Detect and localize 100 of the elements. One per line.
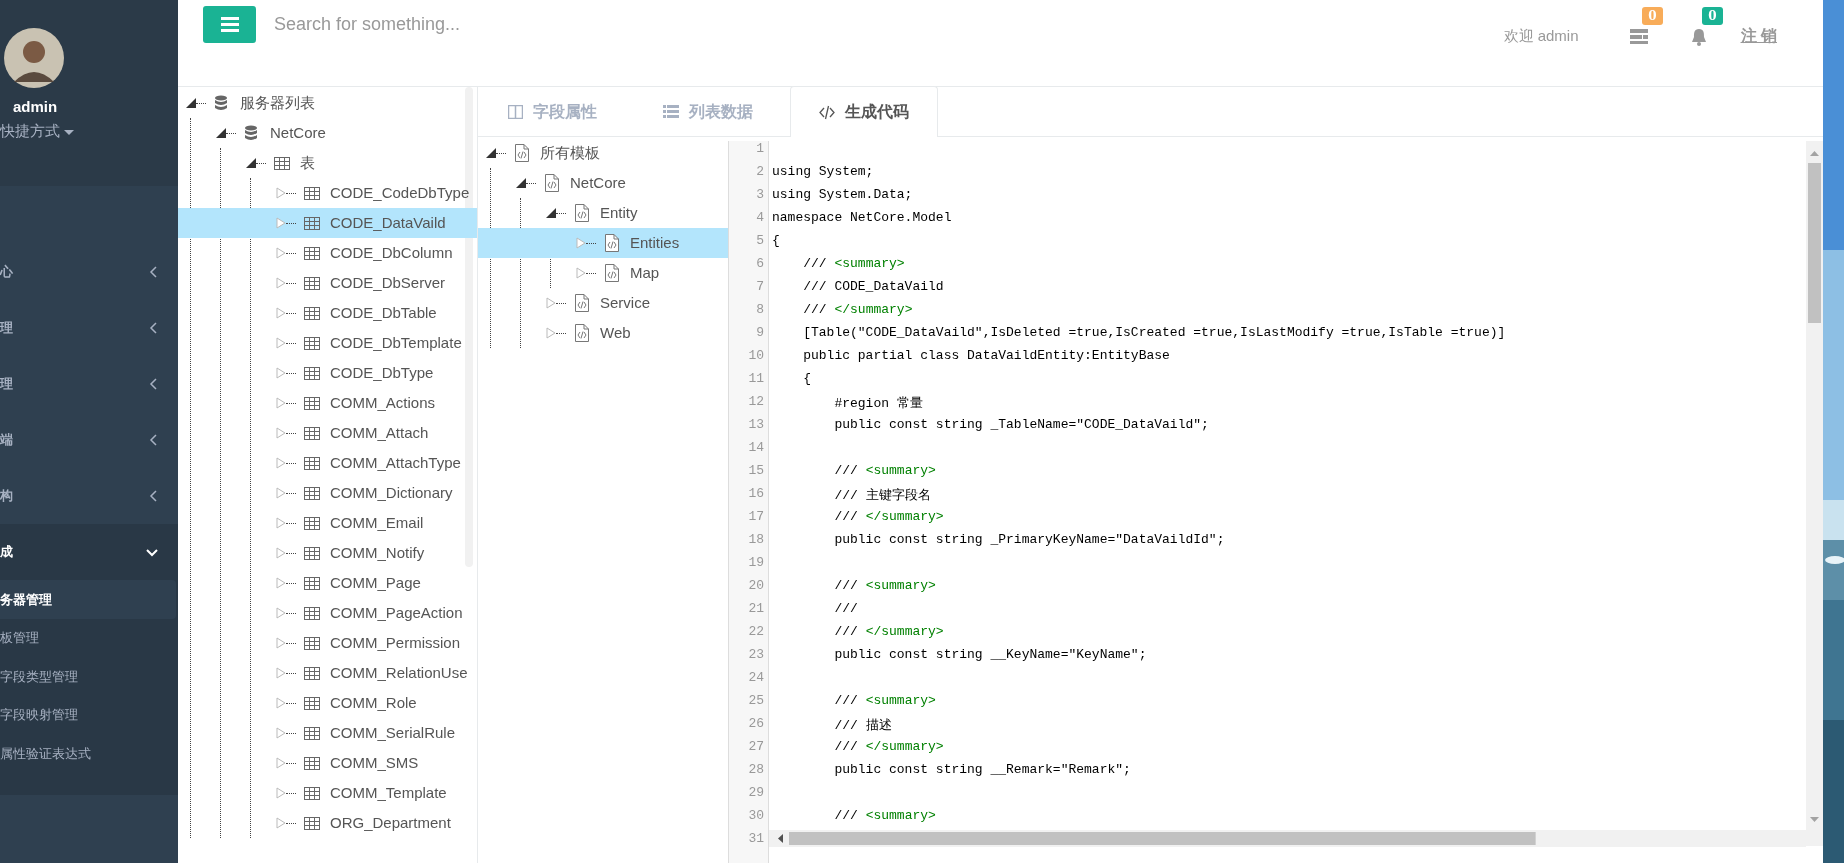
line-number: 30 [747,808,765,825]
table-icon [274,156,290,170]
menu-item[interactable]: 成 [0,524,178,580]
line-number: 5 [755,233,765,250]
shortcut-menu[interactable]: 快捷方式 [0,120,75,143]
submenu-item[interactable]: 板管理 [0,618,178,657]
line-number: 23 [747,647,765,664]
tasks-icon [1629,29,1648,45]
table-icon [304,696,320,710]
file-code-icon [574,204,590,222]
tree-item[interactable]: Service [478,288,728,318]
menu-item[interactable]: 端 [0,412,178,468]
tree-item[interactable]: NetCore [178,118,477,148]
table-icon [304,246,320,260]
code-line: public const string _TableName="CODE_DataVaild"; [833,417,1209,432]
submenu-item[interactable]: 字段类型管理 [0,657,178,696]
avatar [4,28,64,88]
line-number: 20 [747,578,765,595]
tree-item[interactable]: Entity [478,198,728,228]
tree-item[interactable]: CODE_DbType [178,358,477,388]
line-number: 13 [747,417,765,434]
line-number: 3 [755,187,765,204]
count-badge: 0 [1702,7,1723,25]
tree-item[interactable]: Map [478,258,728,288]
code-line: /// [833,601,858,616]
table-icon [304,576,320,590]
submenu-item[interactable]: 字段映射管理 [0,695,178,734]
tree-item[interactable]: COMM_Template [178,778,477,808]
tree-item[interactable]: 所有模板 [478,138,728,168]
caret-icon [64,129,75,135]
menu-item[interactable]: 理 [0,300,178,356]
table-icon [304,546,320,560]
tree-item[interactable]: COMM_SMS [178,748,477,778]
tree-item[interactable]: 服务器列表 [178,88,477,118]
tree-item[interactable]: CODE_DbServer [178,268,477,298]
line-number: 7 [755,279,765,296]
line-number: 24 [747,670,765,687]
menu-button[interactable] [203,6,256,43]
tree-item[interactable]: COMM_RelationUse [178,658,477,688]
table-icon [304,456,320,470]
tree-item[interactable]: COMM_Permission [178,628,477,658]
file-code-icon [604,234,620,252]
tree-item[interactable]: CODE_DataVaild [178,208,477,238]
line-number: 15 [747,463,765,480]
tree-item[interactable]: CODE_DbColumn [178,238,477,268]
tree-item[interactable]: COMM_Dictionary [178,478,477,508]
tree-item[interactable]: COMM_AttachType [178,448,477,478]
chevron-left-icon [149,490,158,502]
chevron-left-icon [149,266,158,278]
horizontal-scrollbar[interactable] [769,830,1806,847]
table-icon [304,606,320,620]
columns-icon [508,104,523,119]
menu-item[interactable]: 构 [0,468,178,524]
chevron-left-icon [149,434,158,446]
tree-item[interactable]: NetCore [478,168,728,198]
line-number: 31 [747,831,765,848]
tree-item[interactable]: CODE_DbTemplate [178,328,477,358]
code-line: { [772,233,780,248]
menu-item[interactable]: 心 [0,244,178,300]
code-line: /// 描述 [833,718,892,733]
code-line: /// CODE_DataVaild [802,279,944,294]
menu-icon [220,17,239,32]
code-line: /// </summary> [833,509,944,524]
tree-item[interactable]: COMM_PageAction [178,598,477,628]
tree-item[interactable]: CODE_CodeDbType [178,178,477,208]
code-line: using System; [772,164,874,179]
table-icon [304,636,320,650]
table-icon [304,366,320,380]
tree-item[interactable]: 表 [178,148,477,178]
line-number: 14 [747,440,765,457]
tree-item[interactable]: COMM_SerialRule [178,718,477,748]
tree-item[interactable]: COMM_Email [178,508,477,538]
line-number: 22 [747,624,765,641]
tree-item[interactable]: COMM_Actions [178,388,477,418]
tab[interactable]: 生成代码 [790,86,938,137]
tree-item[interactable]: COMM_Page [178,568,477,598]
tree-item[interactable]: COMM_Notify [178,538,477,568]
table-icon [304,186,320,200]
line-number: 8 [755,302,765,319]
table-icon [304,666,320,680]
count-badge: 0 [1642,7,1663,25]
line-number: 2 [755,164,765,181]
code-line: public partial class DataVaildEntity:EntityBase [802,348,1170,363]
tree-item[interactable]: COMM_Attach [178,418,477,448]
tree-item[interactable]: COMM_Role [178,688,477,718]
menu-item[interactable]: 理 [0,356,178,412]
tree-item[interactable]: Web [478,318,728,348]
table-icon [304,756,320,770]
tree-item[interactable]: Entities [478,228,728,258]
list-icon [663,105,679,118]
user-name: admin [11,97,59,117]
chevron-down-icon [146,547,158,557]
code-line: /// </summary> [833,624,944,639]
table-icon [304,336,320,350]
submenu-item[interactable]: 属性验证表达式 [0,734,178,773]
tree-item[interactable]: CODE_DbTable [178,298,477,328]
submenu-item[interactable]: 务器管理 [0,580,176,619]
tree-item[interactable]: ORG_Department [178,808,477,838]
code-line: public const string _PrimaryKeyName="DataVaildId"; [833,532,1225,547]
vertical-scrollbar[interactable] [1806,141,1823,846]
